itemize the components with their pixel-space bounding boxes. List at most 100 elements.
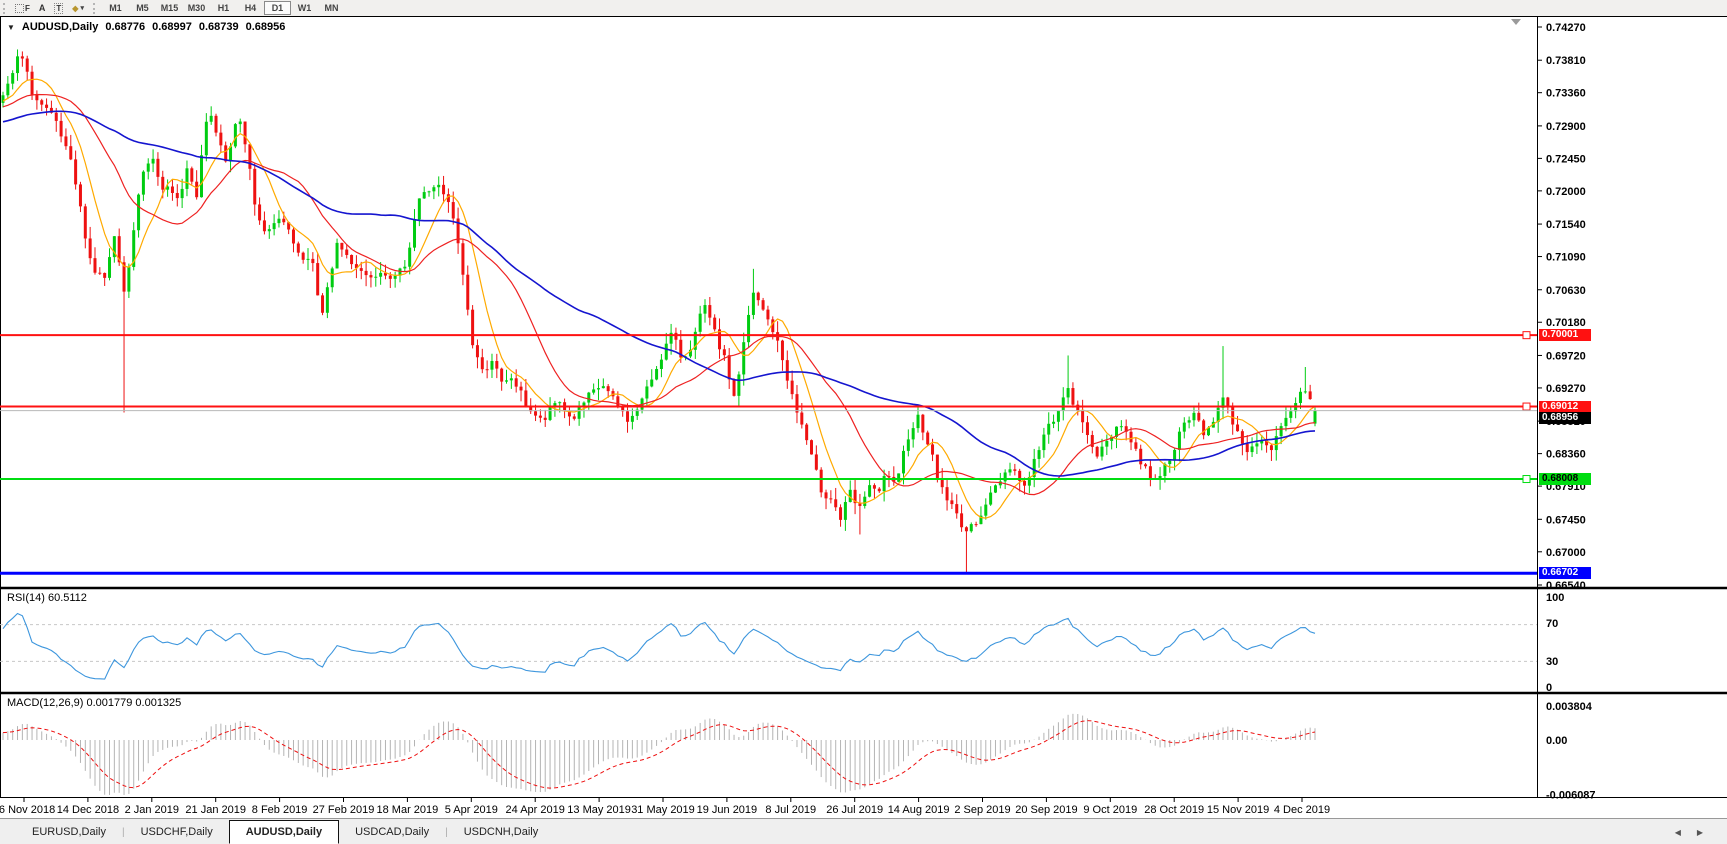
price-axis-label: 0.73810 (1546, 55, 1586, 67)
date-axis-label: 2 Jan 2019 (125, 804, 179, 816)
rsi-axis-label: 0 (1546, 682, 1552, 694)
price-axis-label: 0.70180 (1546, 317, 1586, 329)
date-axis-label: 27 Feb 2019 (313, 804, 375, 816)
moving-average-21 (3, 95, 1315, 495)
scroll-left-icon[interactable]: ◀ (1675, 828, 1681, 837)
chart-tab-bar: EURUSD,Daily | USDCHF,Daily AUDUSD,Daily… (0, 818, 1727, 844)
price-axis: 0.74270 0.73810 0.73360 0.72900 0.72450 0.720… (1537, 22, 1586, 592)
price-axis-label: 0.68810 (1546, 416, 1586, 428)
date-axis-label: 8 Feb 2019 (252, 804, 308, 816)
tab-eurusd[interactable]: EURUSD,Daily (16, 822, 122, 844)
rsi-indicator-label: RSI(14) 60.5112 (7, 592, 87, 604)
timeframe-button-H1[interactable]: H1 (210, 1, 237, 15)
price-axis-label: 0.72000 (1546, 186, 1586, 198)
date-axis-label: 19 Jun 2019 (697, 804, 758, 816)
date-axis-label: 28 Oct 2019 (1144, 804, 1204, 816)
candlesticks (2, 49, 1317, 573)
date-axis: 26 Nov 201814 Dec 20182 Jan 201921 Jan 2… (0, 798, 1330, 817)
hline-handle[interactable] (1523, 476, 1530, 483)
price-axis-label: 0.69720 (1546, 350, 1586, 362)
date-axis-label: 4 Dec 2019 (1274, 804, 1330, 816)
date-axis-label: 2 Sep 2019 (954, 804, 1010, 816)
moving-average-8 (3, 79, 1315, 518)
scroll-right-icon[interactable]: ▶ (1697, 828, 1703, 837)
text-t-icon: T (54, 3, 63, 14)
tab-scrollers: ◀ ▶ (1675, 828, 1703, 837)
date-axis-label: 31 May 2019 (631, 804, 695, 816)
macd-indicator-label: MACD(12,26,9) 0.001779 0.001325 (7, 697, 181, 709)
date-axis-label: 26 Nov 2018 (0, 804, 55, 816)
date-axis-label: 5 Apr 2019 (445, 804, 498, 816)
date-axis-label: 15 Nov 2019 (1207, 804, 1269, 816)
crosshair-tool-button[interactable]: F (12, 1, 33, 15)
price-axis-label: 0.73360 (1546, 88, 1586, 100)
text-a-icon: A (39, 3, 46, 13)
price-axis-label: 0.66540 (1546, 580, 1586, 592)
price-axis-label: 0.74270 (1546, 22, 1586, 34)
price-axis-label: 0.71540 (1546, 219, 1586, 231)
timeframe-toolbar: M1M5M15M30H1H4D1W1MN (102, 1, 345, 15)
price-axis-label: 0.72900 (1546, 121, 1586, 133)
chart-title: ▼ AUDUSD,Daily 0.68776 0.68997 0.68739 0… (7, 21, 285, 33)
date-axis-label: 24 Apr 2019 (506, 804, 565, 816)
rsi-axis-label: 30 (1546, 656, 1558, 668)
symbol-label: AUDUSD,Daily (22, 21, 98, 33)
price-axis-label: 0.71090 (1546, 252, 1586, 264)
ohlc-close: 0.68956 (246, 21, 286, 33)
timeframe-button-M15[interactable]: M15 (156, 1, 183, 15)
rsi-axis-label: 100 (1546, 592, 1564, 604)
date-axis-label: 9 Oct 2019 (1083, 804, 1137, 816)
top-toolbar: F A T ◆ ▾ M1M5M15M30H1H4D1W1MN (0, 0, 1727, 16)
timeframe-button-M5[interactable]: M5 (129, 1, 156, 15)
grid-icon-label: F (25, 4, 30, 13)
price-axis-label: 0.68360 (1546, 449, 1586, 461)
date-axis-label: 14 Aug 2019 (888, 804, 950, 816)
rsi-panel: 100 70 30 0 (0, 592, 1564, 694)
price-chart-canvas[interactable]: 0.74270 0.73810 0.73360 0.72900 0.72450 0.720… (0, 0, 1727, 820)
date-axis-label: 26 Jul 2019 (826, 804, 883, 816)
price-axis-label: 0.70630 (1546, 285, 1586, 297)
tab-usdchf[interactable]: USDCHF,Daily (125, 822, 229, 844)
date-axis-label: 18 Mar 2019 (377, 804, 439, 816)
moving-average-55 (3, 111, 1315, 476)
chart-shift-marker (1511, 19, 1521, 25)
horizontal-lines (0, 332, 1537, 574)
timeframe-button-D1[interactable]: D1 (264, 1, 291, 15)
macd-signal-line (3, 721, 1315, 789)
hline-handle[interactable] (1523, 332, 1530, 339)
price-axis-label: 0.67910 (1546, 481, 1586, 493)
shapes-icon: ◆ (72, 4, 78, 13)
tab-usdcnh[interactable]: USDCNH,Daily (448, 822, 555, 844)
shapes-tool-button[interactable]: ◆ ▾ (69, 1, 87, 15)
macd-axis-label: -0.006087 (1546, 789, 1596, 801)
collapse-arrow-icon[interactable]: ▼ (7, 23, 15, 32)
grid-icon (15, 4, 24, 13)
price-axis-label: 0.69270 (1546, 383, 1586, 395)
tab-usdcad[interactable]: USDCAD,Daily (339, 822, 445, 844)
tab-audusd-active[interactable]: AUDUSD,Daily (229, 820, 339, 844)
chevron-down-icon: ▾ (80, 4, 84, 12)
timeframe-button-W1[interactable]: W1 (291, 1, 318, 15)
date-axis-label: 13 May 2019 (567, 804, 631, 816)
date-axis-label: 8 Jul 2019 (765, 804, 816, 816)
macd-panel: 0.003804 0.00 -0.006087 (3, 701, 1596, 801)
timeframe-button-M30[interactable]: M30 (183, 1, 210, 15)
price-axis-label: 0.72450 (1546, 153, 1586, 165)
timeframe-button-M1[interactable]: M1 (102, 1, 129, 15)
timeframe-button-MN[interactable]: MN (318, 1, 345, 15)
hline-handle[interactable] (1523, 403, 1530, 410)
rsi-line (3, 614, 1315, 680)
macd-axis-label: 0.00 (1546, 735, 1567, 747)
rsi-axis-label: 70 (1546, 618, 1558, 630)
text-tool-button[interactable]: A (36, 1, 49, 15)
date-axis-label: 20 Sep 2019 (1015, 804, 1077, 816)
macd-axis-label: 0.003804 (1546, 701, 1593, 713)
toolbar-grip[interactable] (3, 3, 7, 14)
ohlc-low: 0.68739 (199, 21, 239, 33)
ohlc-high: 0.68997 (152, 21, 192, 33)
date-axis-label: 21 Jan 2019 (185, 804, 246, 816)
ohlc-open: 0.68776 (105, 21, 145, 33)
text-label-tool-button[interactable]: T (51, 1, 66, 15)
timeframe-button-H4[interactable]: H4 (237, 1, 264, 15)
toolbar-separator (93, 3, 96, 14)
